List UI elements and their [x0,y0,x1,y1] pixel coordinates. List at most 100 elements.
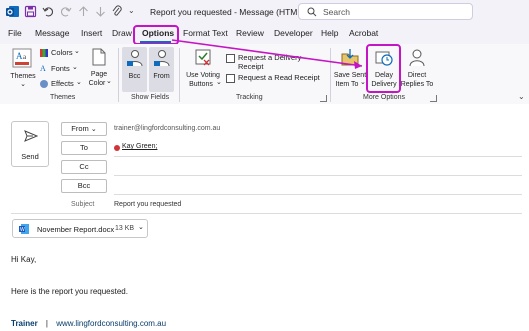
themes-icon: Aa [12,48,32,68]
bcc-toggle-button[interactable]: Bcc [122,47,147,92]
from-toggle-button[interactable]: From [149,47,174,92]
from-icon [154,50,170,67]
colors-label: Colors [51,48,73,57]
save-sent-item-button[interactable]: Save Sent Item To ⌄ [333,48,367,93]
subject-line [11,213,522,214]
arrow-down-icon[interactable] [94,5,107,18]
voting-chevron-icon: ⌄ [216,79,222,86]
arrow-up-icon[interactable] [77,5,90,18]
effects-icon [40,80,48,88]
tab-developer[interactable]: Developer [274,28,313,38]
tab-draw[interactable]: Draw [112,28,132,38]
redo-icon[interactable] [59,5,72,18]
save-sent-label-2: Item To [335,81,359,88]
body-line[interactable]: Here is the report you requested. [11,287,128,296]
checkbox-icon [226,54,235,63]
attachment-chip[interactable]: W November Report.docx 13 KB ⌄ [12,219,148,238]
colors-button[interactable]: Colors ⌄ [40,48,80,60]
send-button[interactable]: Send [11,121,49,167]
fonts-icon: A [40,64,46,73]
bcc-icon [127,50,143,67]
to-field-button[interactable]: To [61,141,107,155]
themes-group-label: Themes [50,94,76,101]
send-label: Send [21,152,39,161]
attachment-chevron-icon[interactable]: ⌄ [138,223,144,231]
signature-separator: | [45,319,48,328]
signature-url[interactable]: www.lingfordconsulting.com.au [56,319,166,328]
tracking-group-label: Tracking [236,94,263,101]
direct-replies-to-button[interactable]: Direct Replies To [400,48,434,93]
more-options-dialog-launcher-icon[interactable] [430,95,437,102]
themes-button[interactable]: Aa Themes ⌄ [8,48,38,88]
page-color-button[interactable]: Page Color ⌄ [86,48,112,92]
options-tab-highlight [133,25,179,45]
cc-input[interactable] [114,160,522,174]
save-sent-chevron-icon: ⌄ [360,79,366,86]
presence-status-icon [114,145,120,151]
cc-field-button[interactable]: Cc [61,160,107,174]
bcc-field-button[interactable]: Bcc [61,179,107,193]
voting-buttons-icon [195,49,211,66]
delivery-receipt-checkbox[interactable]: Request a Delivery Receipt [226,53,326,71]
use-voting-buttons-button[interactable]: Use Voting Buttons ⌄ [183,48,223,93]
fonts-label: Fonts [51,64,70,73]
effects-button[interactable]: Effects ⌄ [40,79,82,91]
subject-label: Subject [71,201,95,208]
svg-text:W: W [20,227,25,233]
save-icon[interactable] [24,5,37,18]
ribbon: Aa Themes ⌄ Colors ⌄ A Fonts ⌄ Effects ⌄… [0,44,529,105]
customize-toolbar-chevron-icon[interactable]: ⌄ [128,6,135,15]
read-receipt-checkbox[interactable]: Request a Read Receipt [226,73,326,83]
from-field-label: From [71,124,89,133]
tab-acrobat[interactable]: Acrobat [349,28,378,38]
themes-chevron-icon: ⌄ [20,81,26,88]
ribbon-separator [330,48,331,102]
to-field-line [114,156,522,157]
tracking-dialog-launcher-icon[interactable] [320,95,327,102]
show-fields-group-label: Show Fields [131,94,170,101]
signature: Trainer | www.lingfordconsulting.com.au [11,319,166,328]
search-input[interactable]: Search [298,3,473,20]
colors-chevron-icon: ⌄ [74,48,80,55]
colors-icon [40,49,48,57]
ribbon-separator [118,48,119,102]
bcc-input[interactable] [114,179,522,193]
cc-field-label: Cc [79,162,89,171]
to-recipient[interactable]: Kay Green; [114,142,194,154]
bcc-field-label: Bcc [77,181,91,190]
effects-label: Effects [51,79,74,88]
fonts-button[interactable]: A Fonts ⌄ [40,64,80,76]
effects-chevron-icon: ⌄ [76,79,82,86]
undo-icon[interactable] [42,5,55,18]
delay-delivery-highlight [366,44,401,93]
tab-format-text[interactable]: Format Text [183,28,228,38]
search-icon [307,7,317,17]
outlook-app-icon [6,6,19,17]
page-color-icon [92,48,106,66]
from-chevron-icon: ⌄ [90,126,97,133]
window-title: Report you requested - Message (HTML) [150,7,305,17]
attachment-size: 13 KB [115,225,135,232]
direct-replies-label-1: Direct [407,72,427,79]
read-receipt-label: Request a Read Receipt [238,73,320,82]
subject-input[interactable]: Report you requested [114,201,181,208]
word-doc-icon: W [19,224,29,234]
tab-file[interactable]: File [8,28,22,38]
title-bar: ⌄ Report you requested - Message (HTML) … [0,0,529,24]
from-address: trainer@lingfordconsulting.com.au [114,125,221,132]
send-icon [24,130,38,142]
tab-insert[interactable]: Insert [81,28,102,38]
tab-help[interactable]: Help [321,28,338,38]
tab-message[interactable]: Message [35,28,70,38]
tab-review[interactable]: Review [236,28,264,38]
more-options-group-label: More Options [363,94,406,101]
from-label: From [153,73,170,80]
attach-icon[interactable] [111,5,124,18]
collapse-ribbon-chevron-icon[interactable]: ⌄ [518,92,525,101]
body-greeting[interactable]: Hi Kay, [11,255,36,264]
cc-field-line [114,175,522,176]
from-field-button[interactable]: From ⌄ [61,122,107,136]
to-recipient-name: Kay Green; [122,143,158,150]
save-sent-folder-icon [341,49,359,66]
compose-area [0,104,529,331]
